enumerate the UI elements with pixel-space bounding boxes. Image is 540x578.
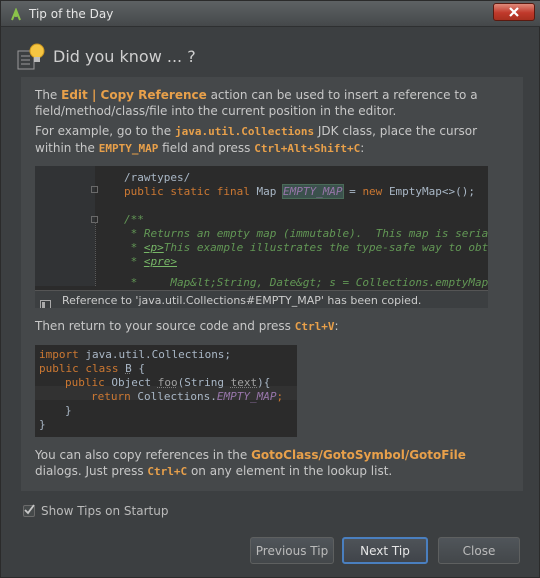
text: field and press: [158, 141, 255, 155]
dialog-heading: Did you know ... ?: [53, 47, 196, 66]
operator: =: [342, 185, 363, 198]
comment: *: [124, 255, 144, 268]
window-title: Tip of the Day: [29, 7, 114, 21]
code-line: }: [65, 404, 72, 417]
dialog-names: GotoClass/GotoSymbol/GotoFile: [251, 448, 466, 462]
html-tag: <pre>: [143, 255, 177, 268]
code-line: * <p>This example illustrates the type-s…: [124, 241, 488, 254]
keyword: new: [362, 185, 389, 198]
checkmark-icon: [24, 504, 35, 515]
semicolon: ;: [276, 390, 284, 403]
text: dialogs. Just press: [35, 464, 148, 478]
field: EMPTY_MAP: [216, 390, 277, 403]
text: The: [35, 88, 62, 102]
tip-paragraph-3: Then return to your source code and pres…: [35, 318, 515, 335]
code-line: return Collections.EMPTY_MAP;: [91, 390, 283, 403]
fold-marker-icon: [91, 186, 98, 193]
shortcut: Ctrl+C: [147, 465, 188, 478]
field-name: EMPTY_MAP: [98, 142, 159, 155]
field: EMPTY_MAP: [281, 184, 344, 199]
comment: *: [124, 241, 144, 254]
editor-screenshot: /rawtypes/ public static final Map EMPTY…: [35, 166, 488, 308]
tip-paragraph-1: The Edit | Copy Reference action can be …: [35, 87, 515, 119]
text: Then return to your source code and pres…: [35, 319, 295, 333]
method-name: foo: [157, 376, 178, 389]
previous-tip-button[interactable]: Previous Tip: [250, 537, 334, 564]
editor-status-bar: Reference to 'java.util.Collections#EMPT…: [35, 290, 488, 308]
result-code-screenshot: import java.util.Collections; public cla…: [35, 345, 297, 437]
text: You can also copy references in the: [35, 448, 252, 462]
action-name: Edit | Copy Reference: [61, 88, 207, 102]
code-line: public class B {: [39, 362, 145, 375]
brace: ){: [257, 376, 271, 389]
show-tips-checkbox[interactable]: [23, 504, 35, 517]
brace: {: [131, 362, 145, 375]
param-type: (String: [177, 376, 231, 389]
lightbulb-icon: [17, 41, 47, 71]
expression: EmptyMap<>();: [388, 185, 476, 198]
html-tag: <p>: [143, 241, 164, 254]
tip-paragraph-2: For example, go to the java.util.Collect…: [35, 123, 515, 157]
shortcut: Ctrl+Alt+Shift+C: [254, 142, 361, 155]
text: For example, go to the: [35, 124, 175, 138]
dialog-header: Did you know ... ?: [15, 37, 525, 77]
code-line: public Object foo(String text){: [65, 376, 270, 389]
code-line: /**: [124, 213, 144, 226]
title-bar[interactable]: Tip of the Day: [1, 1, 540, 27]
keyword: public static final: [124, 185, 257, 198]
keyword: public: [65, 376, 112, 389]
next-tip-button[interactable]: Next Tip: [342, 537, 428, 564]
param-name: text: [230, 376, 258, 389]
tip-paragraph-4: You can also copy references in the Goto…: [35, 447, 515, 480]
tip-dialog-window: Tip of the Day Did you know ... ? The Ed…: [0, 0, 540, 578]
text: :: [334, 319, 339, 333]
text: on any element in the lookup list.: [187, 464, 393, 478]
type: Map: [256, 185, 283, 198]
class-name: B: [125, 362, 132, 375]
indent-guide: [95, 222, 96, 286]
window-close-button[interactable]: [493, 3, 535, 21]
comment: This example illustrates the type-safe w…: [163, 241, 488, 254]
text: :: [360, 141, 365, 155]
code-line: import java.util.Collections;: [39, 348, 231, 361]
status-message: Reference to 'java.util.Collections#EMPT…: [62, 294, 422, 307]
type: Object: [111, 376, 158, 389]
status-bar-icon: [40, 295, 51, 308]
close-icon: [508, 3, 520, 22]
import-path: java.util.Collections;: [85, 348, 232, 361]
keyword: return: [91, 390, 138, 403]
close-button[interactable]: Close: [438, 537, 520, 564]
editor-gutter: [35, 166, 95, 286]
code-line: * <pre>: [124, 255, 177, 268]
code-line: public static final Map EMPTY_MAP = new …: [124, 184, 476, 199]
keyword: public class: [39, 362, 126, 375]
show-tips-checkbox-row[interactable]: Show Tips on Startup: [23, 503, 168, 519]
android-studio-icon: [9, 7, 23, 21]
shortcut: Ctrl+V: [294, 320, 335, 333]
code-line: /rawtypes/: [124, 171, 191, 184]
keyword: import: [39, 348, 86, 361]
show-tips-label[interactable]: Show Tips on Startup: [41, 504, 168, 518]
code-line: }: [39, 418, 46, 431]
tip-content-panel: The Edit | Copy Reference action can be …: [21, 77, 523, 491]
class-ref: Collections.: [137, 390, 217, 403]
code-line: * Map&lt;String, Date&gt; s = Collection…: [124, 276, 488, 289]
class-name: java.util.Collections: [175, 125, 315, 138]
code-line: * Returns an empty map (immutable). This…: [124, 227, 488, 240]
